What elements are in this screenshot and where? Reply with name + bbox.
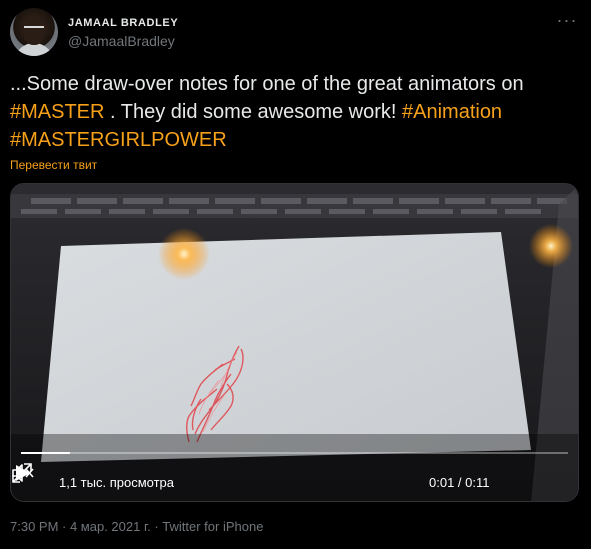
hashtag-animation[interactable]: #Animation: [402, 101, 502, 123]
tweet-text-mid: . They did some awesome work!: [104, 101, 402, 123]
video-progress-bar[interactable]: [21, 452, 568, 454]
hashtag-master[interactable]: #MASTER: [10, 101, 104, 123]
author-display-name[interactable]: JAMAAL BRADLEY: [68, 17, 178, 29]
video-frame: [11, 184, 578, 501]
author-handle[interactable]: @JamaalBradley: [68, 33, 175, 49]
video-time: 0:01 / 0:11: [429, 475, 490, 490]
more-dots-icon[interactable]: ···: [553, 11, 581, 34]
video-player[interactable]: 1,1 тыс. просмотра 0:01 / 0:11: [10, 183, 579, 502]
view-count: 1,1 тыс. просмотра: [59, 475, 175, 490]
video-controls: 1,1 тыс. просмотра 0:01 / 0:11: [11, 462, 578, 500]
fullscreen-icon[interactable]: [11, 462, 33, 484]
tweet-header: JAMAAL BRADLEY @JamaalBradley ···: [10, 8, 581, 58]
avatar-glasses: [24, 26, 44, 33]
browser-tab-strip: [11, 194, 578, 218]
tweet-text-line1: ...Some draw-over notes for one of the g…: [10, 73, 524, 95]
tweet-meta[interactable]: 7:30 PM · 4 мар. 2021 г. · Twitter for i…: [10, 519, 263, 534]
light-flare-right: [529, 224, 573, 268]
video-progress-fill: [21, 452, 71, 454]
drawing-canvas: [41, 232, 531, 462]
hashtag-mastergirlpower[interactable]: #MASTERGIRLPOWER: [10, 129, 227, 151]
translate-tweet-link[interactable]: Перевести твит: [10, 158, 97, 172]
light-flare-left: [158, 228, 210, 280]
avatar[interactable]: [10, 8, 58, 56]
tweet-text: ...Some draw-over notes for one of the g…: [10, 70, 578, 154]
